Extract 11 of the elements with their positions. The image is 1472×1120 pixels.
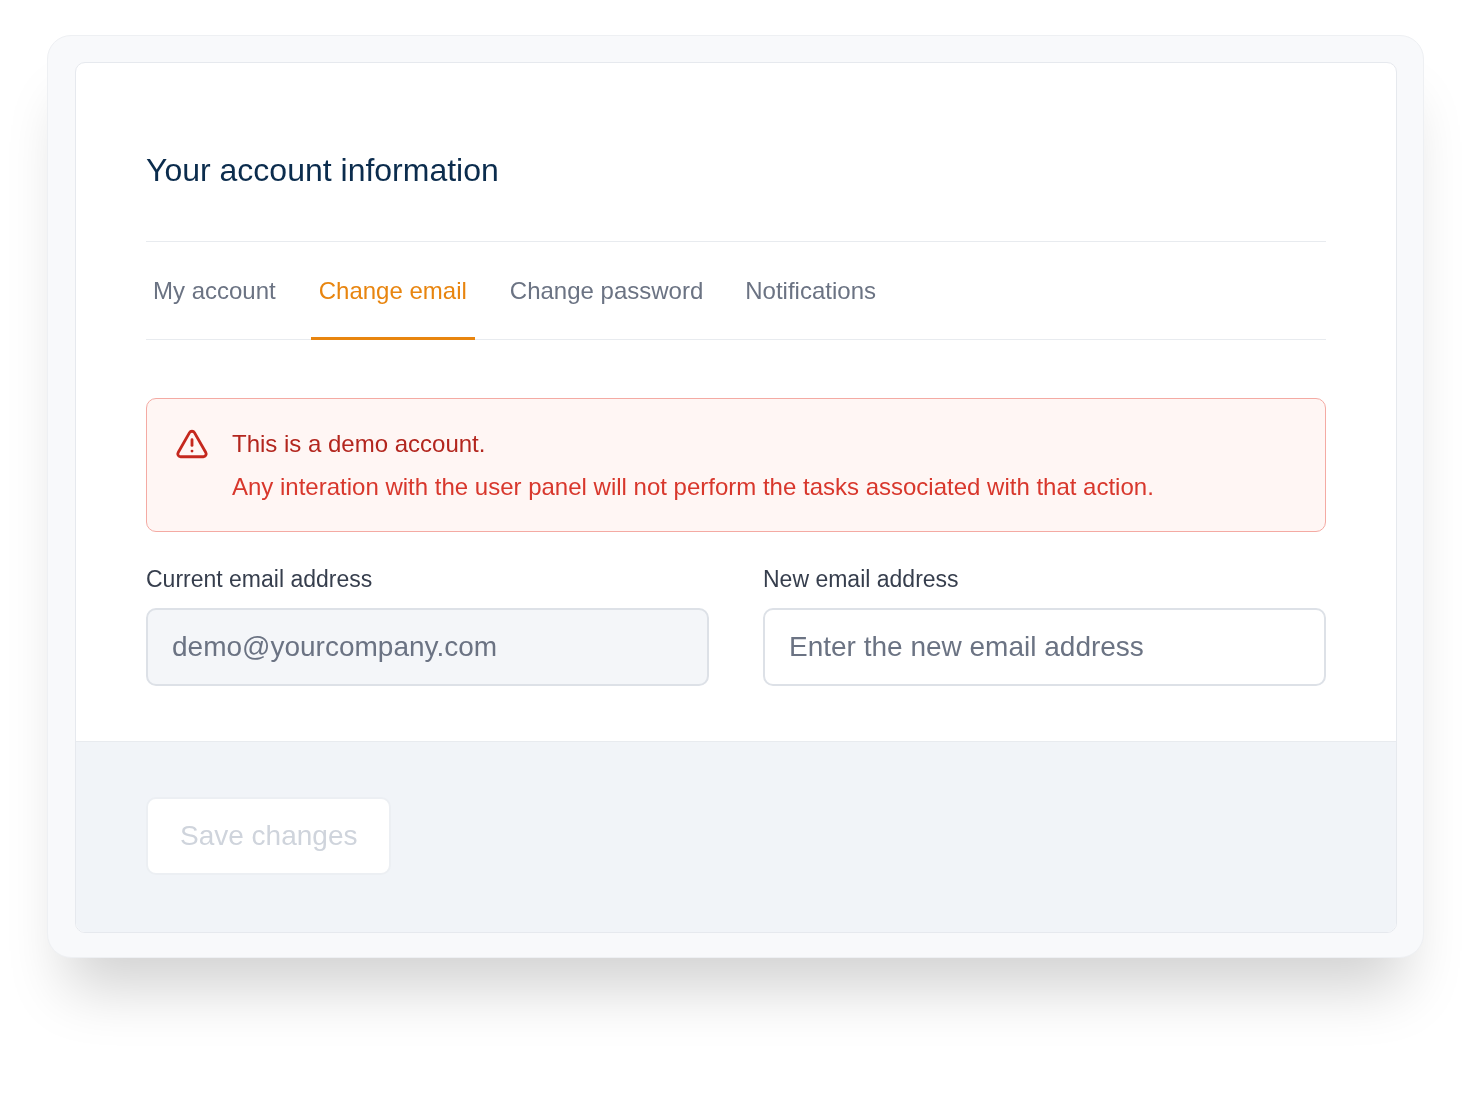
tab[interactable]: Change email [310, 242, 475, 340]
field-label: New email address [763, 565, 960, 594]
tab[interactable]: My account [146, 242, 283, 340]
tab[interactable]: Change password [502, 242, 711, 340]
alert-message: Any interation with the user panel will not perform the tasks associated with that action. [232, 472, 1154, 502]
card-title: Your account information [146, 151, 500, 190]
warning-icon [174, 427, 210, 461]
tab[interactable]: Notifications [738, 242, 883, 340]
email-field[interactable]: Enter the new email address [763, 608, 1326, 686]
alert-title: This is a demo account. [232, 429, 487, 459]
field-label: Current email address [146, 565, 374, 594]
